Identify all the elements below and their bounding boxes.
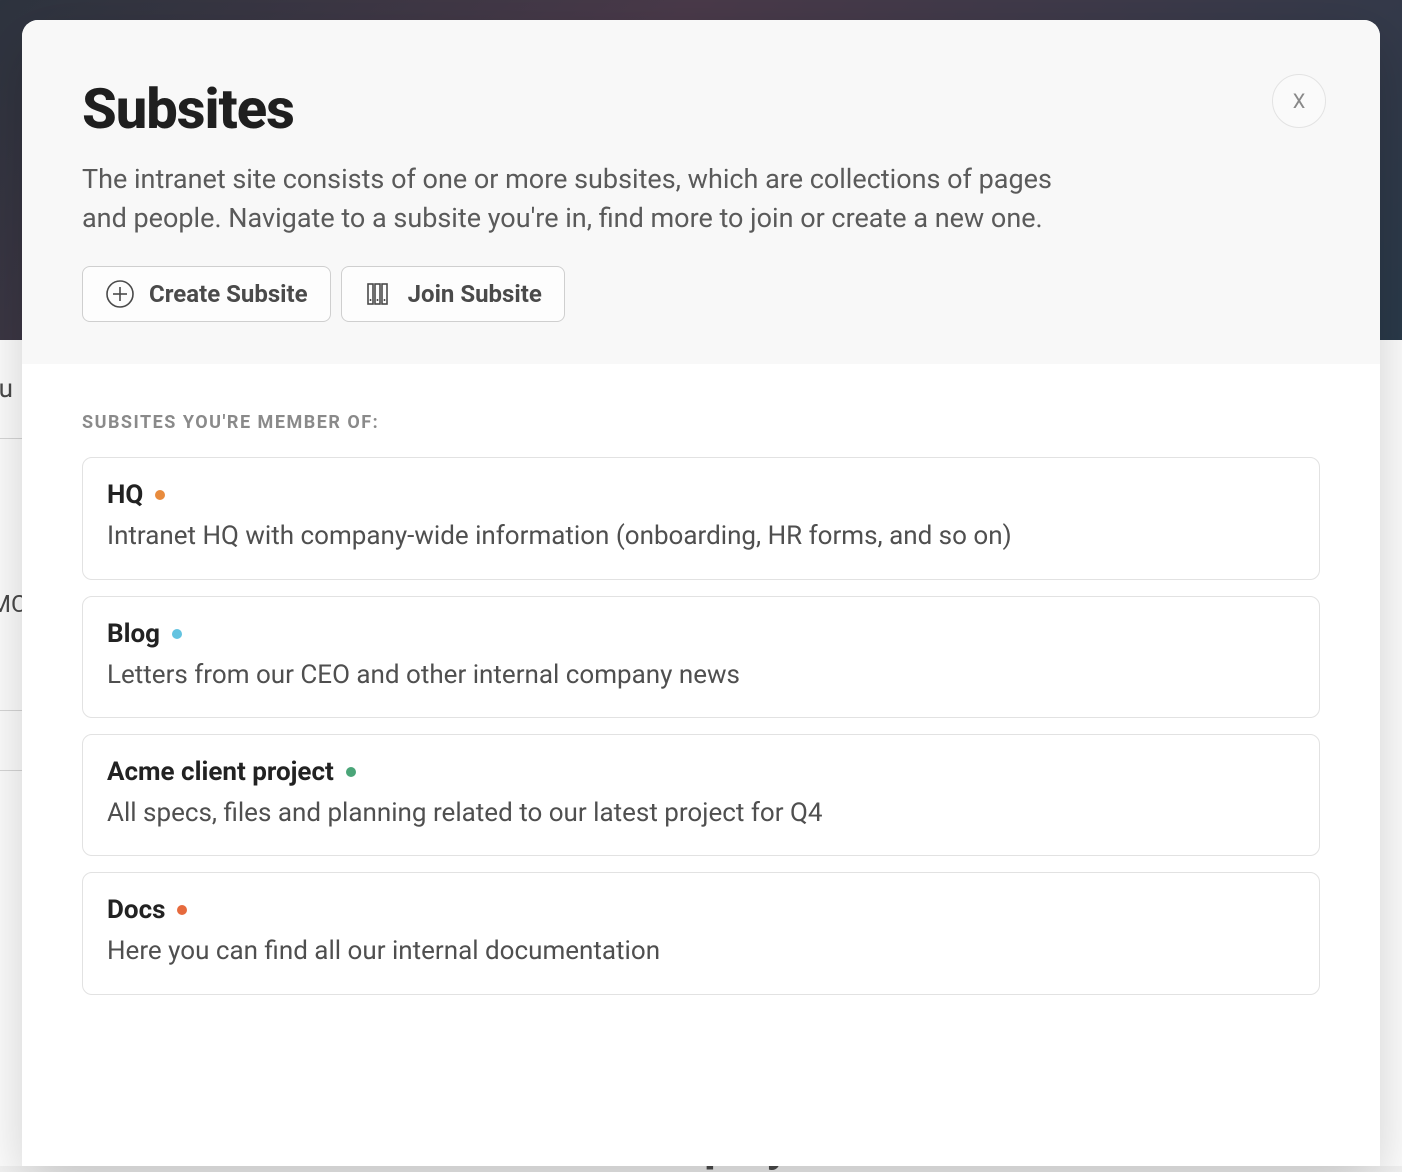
subsite-title-row: Blog: [107, 619, 1295, 649]
modal-description: The intranet site consists of one or mor…: [82, 160, 1087, 238]
create-subsite-button[interactable]: Create Subsite: [82, 266, 331, 322]
close-button[interactable]: X: [1272, 74, 1326, 128]
modal-title: Subsites: [82, 76, 1320, 142]
join-subsite-button[interactable]: Join Subsite: [341, 266, 565, 322]
subsite-title-row: Docs: [107, 895, 1295, 925]
subsite-title: Blog: [107, 619, 160, 649]
subsite-title: HQ: [107, 480, 143, 510]
close-icon: X: [1293, 89, 1306, 113]
subsite-title: Docs: [107, 895, 165, 925]
subsite-description: Intranet HQ with company-wide informatio…: [107, 518, 1295, 554]
plus-circle-icon: [105, 279, 135, 309]
subsite-card-blog[interactable]: Blog Letters from our CEO and other inte…: [82, 596, 1320, 718]
join-subsite-label: Join Subsite: [408, 280, 542, 308]
background-text-fragment: ct u: [0, 374, 13, 404]
subsite-description: All specs, files and planning related to…: [107, 795, 1295, 831]
modal-body: SUBSITES YOU'RE MEMBER OF: HQ Intranet H…: [22, 364, 1380, 1035]
status-dot-icon: [177, 905, 187, 915]
section-label: SUBSITES YOU'RE MEMBER OF:: [82, 412, 1320, 433]
subsite-title: Acme client project: [107, 757, 334, 787]
subsite-card-acme[interactable]: Acme client project All specs, files and…: [82, 734, 1320, 856]
subsite-card-docs[interactable]: Docs Here you can find all our internal …: [82, 872, 1320, 994]
subsite-title-row: Acme client project: [107, 757, 1295, 787]
modal-actions: Create Subsite Join Subsite: [82, 266, 1320, 322]
subsite-list: HQ Intranet HQ with company-wide informa…: [82, 457, 1320, 995]
create-subsite-label: Create Subsite: [149, 280, 308, 308]
status-dot-icon: [346, 767, 356, 777]
library-icon: [364, 279, 394, 309]
modal-header: X Subsites The intranet site consists of…: [22, 20, 1380, 364]
subsites-modal: X Subsites The intranet site consists of…: [22, 20, 1380, 1166]
status-dot-icon: [155, 490, 165, 500]
subsite-description: Here you can find all our internal docum…: [107, 933, 1295, 969]
subsite-description: Letters from our CEO and other internal …: [107, 657, 1295, 693]
subsite-card-hq[interactable]: HQ Intranet HQ with company-wide informa…: [82, 457, 1320, 579]
subsite-title-row: HQ: [107, 480, 1295, 510]
status-dot-icon: [172, 629, 182, 639]
